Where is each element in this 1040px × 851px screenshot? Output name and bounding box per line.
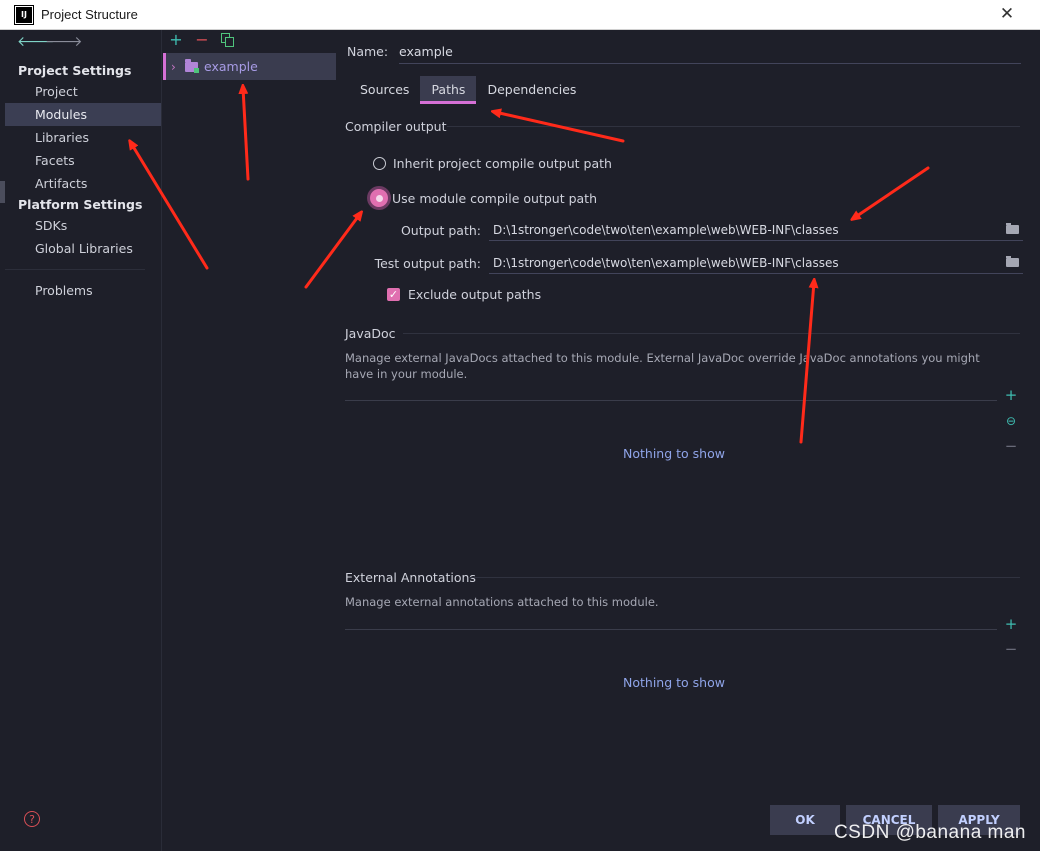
sidebar-item-sdks[interactable]: SDKs: [5, 214, 161, 237]
external-annotations-divider: [469, 577, 1020, 578]
inherit-output-radio[interactable]: [373, 157, 386, 170]
remove-javadoc-icon[interactable]: −: [1004, 439, 1018, 454]
annotations-empty-text: Nothing to show: [623, 675, 725, 690]
annotations-table-header-line: [345, 629, 997, 630]
sidebar-item-project[interactable]: Project: [5, 80, 161, 103]
compiler-output-divider: [447, 126, 1020, 127]
exclude-output-paths-label: Exclude output paths: [408, 287, 542, 302]
name-row: Name: example: [347, 44, 1021, 64]
external-annotations-title: External Annotations: [345, 570, 476, 585]
sidebar-divider: [5, 269, 145, 270]
project-settings-heading: Project Settings: [18, 63, 132, 78]
output-path-value: D:\1stronger\code\two\ten\example\web\WE…: [493, 223, 839, 237]
folder-browse-icon[interactable]: [1006, 256, 1019, 267]
sidebar-item-artifacts[interactable]: Artifacts: [5, 172, 161, 195]
tab-sources[interactable]: Sources: [349, 76, 420, 104]
external-annotations-description: Manage external annotations attached to …: [345, 595, 659, 609]
add-annotation-icon[interactable]: +: [1004, 617, 1018, 632]
close-icon[interactable]: ✕: [998, 5, 1016, 23]
module-details-panel: Name: example Sources Paths Dependencies…: [337, 30, 1040, 851]
sidebar-item-libraries[interactable]: Libraries: [5, 126, 161, 149]
module-tree-item[interactable]: › example: [163, 53, 336, 80]
exclude-output-paths-row[interactable]: ✓ Exclude output paths: [387, 287, 541, 302]
use-module-output-radio-row[interactable]: Use module compile output path: [370, 189, 598, 207]
javadoc-title: JavaDoc: [345, 326, 396, 341]
window-title-bar: IJ Project Structure ✕: [0, 0, 1040, 30]
add-javadoc-icon[interactable]: +: [1004, 388, 1018, 403]
sidebar-item-modules[interactable]: Modules: [5, 103, 161, 126]
copy-module-icon[interactable]: [220, 32, 236, 48]
javadoc-empty-text: Nothing to show: [623, 446, 725, 461]
help-icon[interactable]: ?: [24, 811, 40, 827]
add-module-icon[interactable]: +: [168, 32, 184, 48]
exclude-output-paths-checkbox[interactable]: ✓: [387, 288, 400, 301]
csdn-watermark: CSDN @banana man: [833, 822, 1026, 843]
link-javadoc-icon[interactable]: ⊖: [1004, 414, 1018, 428]
javadoc-description: Manage external JavaDocs attached to thi…: [345, 351, 980, 381]
forward-arrow-icon[interactable]: 🡒: [45, 34, 83, 50]
chevron-right-icon[interactable]: ›: [171, 60, 181, 74]
remove-annotation-icon[interactable]: −: [1004, 642, 1018, 657]
inherit-output-radio-row[interactable]: Inherit project compile output path: [373, 156, 612, 171]
remove-module-icon[interactable]: −: [194, 32, 210, 48]
module-folder-icon: [185, 59, 199, 73]
platform-settings-heading: Platform Settings: [18, 197, 143, 212]
compiler-output-title: Compiler output: [345, 119, 447, 134]
module-name-input[interactable]: example: [399, 41, 1021, 64]
output-path-label: Output path:: [400, 223, 481, 238]
use-module-output-label: Use module compile output path: [392, 190, 598, 206]
sidebar: 🡐 🡒 Project Settings Project Modules Lib…: [5, 30, 161, 851]
name-label: Name:: [347, 44, 389, 59]
test-output-path-value: D:\1stronger\code\two\ten\example\web\WE…: [493, 256, 839, 270]
module-tabs: Sources Paths Dependencies: [349, 76, 587, 104]
ok-button[interactable]: OK: [770, 805, 840, 835]
use-module-output-radio[interactable]: [370, 189, 388, 207]
sidebar-item-facets[interactable]: Facets: [5, 149, 161, 172]
tab-paths[interactable]: Paths: [420, 76, 477, 104]
test-output-path-label: Test output path:: [374, 256, 481, 271]
modules-panel: + − › example: [161, 30, 337, 851]
inherit-output-label: Inherit project compile output path: [393, 156, 612, 171]
sidebar-item-global-libraries[interactable]: Global Libraries: [5, 237, 161, 260]
javadoc-table-header-line: [345, 400, 997, 401]
test-output-path-field[interactable]: D:\1stronger\code\two\ten\example\web\WE…: [489, 252, 1023, 274]
output-path-field[interactable]: D:\1stronger\code\two\ten\example\web\WE…: [489, 219, 1023, 241]
tab-dependencies[interactable]: Dependencies: [476, 76, 587, 104]
folder-browse-icon[interactable]: [1006, 223, 1019, 234]
intellij-logo-icon: IJ: [14, 4, 34, 25]
sidebar-item-problems[interactable]: Problems: [5, 279, 161, 302]
window-title: Project Structure: [41, 7, 138, 22]
javadoc-divider: [403, 333, 1020, 334]
back-arrow-icon[interactable]: 🡐: [17, 34, 55, 50]
nav-arrows: 🡐 🡒: [17, 34, 83, 50]
module-name-label: example: [204, 59, 258, 74]
